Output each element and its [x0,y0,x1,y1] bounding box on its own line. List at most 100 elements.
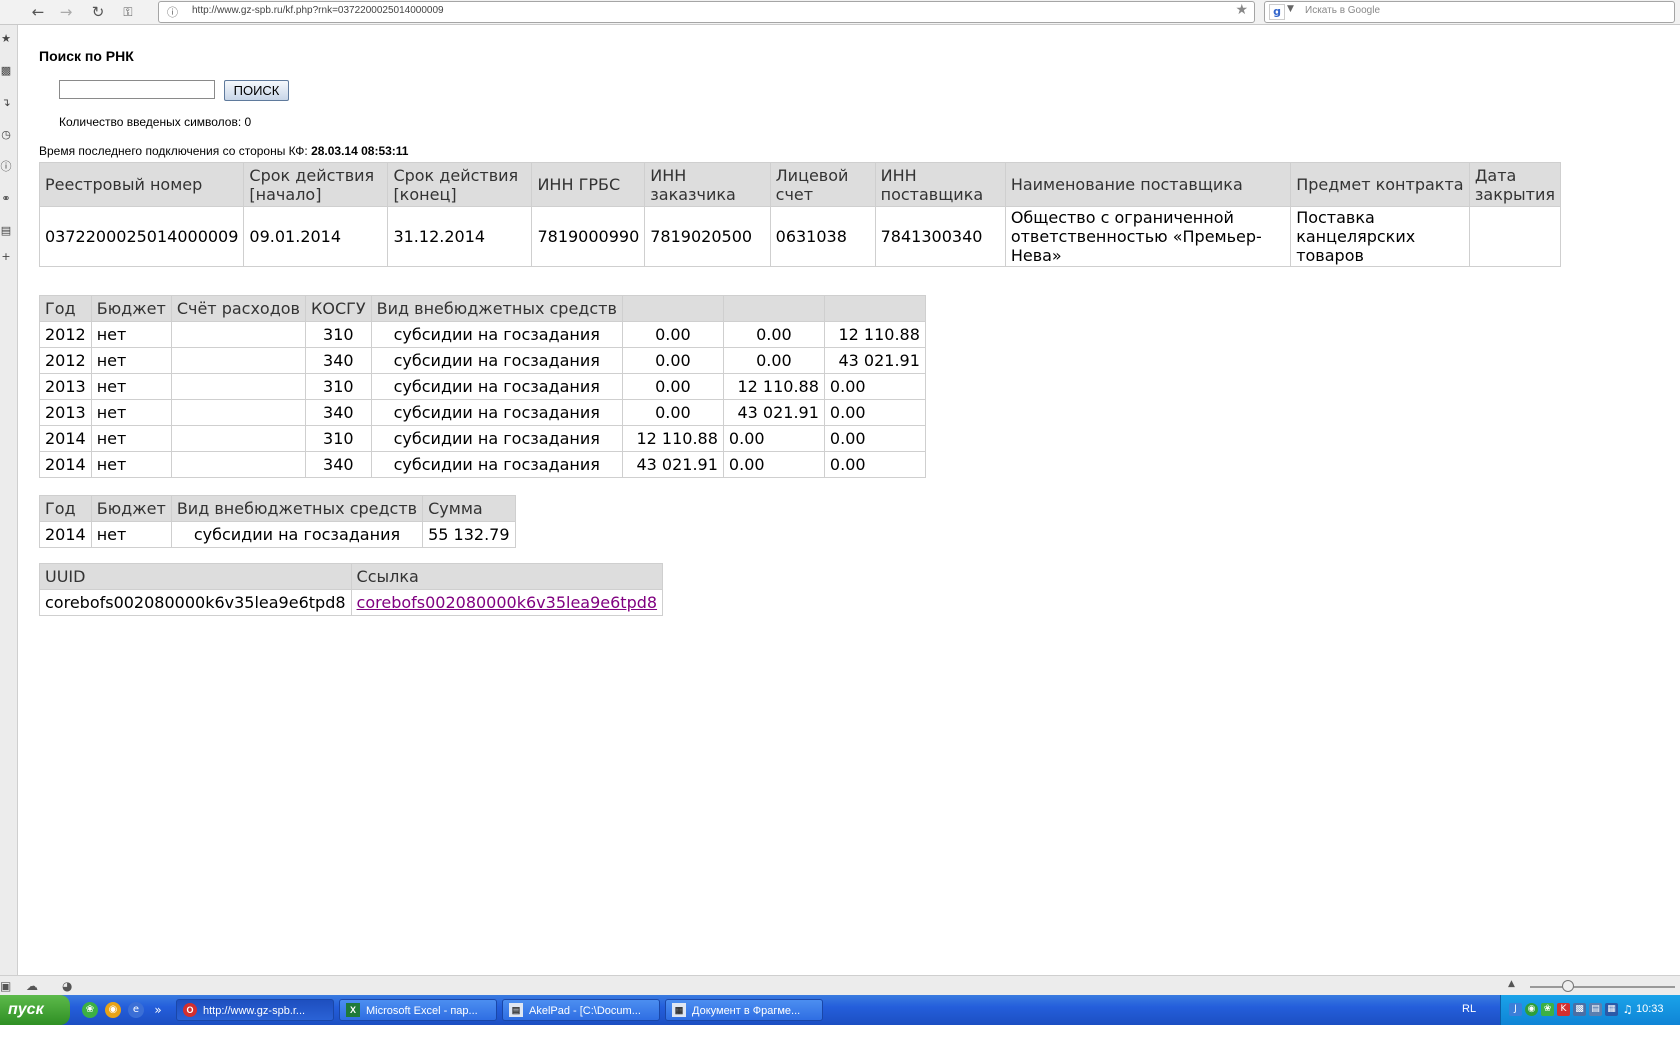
cell-budget: нет [90,521,172,548]
chrome-icon[interactable]: ◉ [105,1002,121,1018]
cloud-icon[interactable]: ☁ [26,979,38,993]
table-header-row: Год Бюджет Счёт расходов КОСГУ Вид внебю… [39,295,926,322]
cell-amount: 12 110.88 [722,373,825,400]
taskbar-item-opera[interactable]: O http://www.gz-spb.r... [176,999,334,1021]
notes-icon[interactable]: ▩ [0,65,12,77]
google-icon[interactable]: g [1269,4,1285,20]
clock: 10:33 [1636,1003,1664,1015]
ie-icon[interactable]: e [128,1002,144,1018]
last-connection-label: Время последнего подключения со стороны … [39,144,308,158]
taskbar-item-document[interactable]: ▦ Документ в Фрагме... [665,999,823,1021]
rnk-search-input[interactable] [59,80,215,99]
download-icon[interactable]: ↴ [0,97,12,109]
cell-year: 2014 [39,425,92,452]
tray-network-icon[interactable]: ▩ [1573,1003,1586,1016]
char-count-text: Количество введеных символов: 0 [59,115,252,129]
col-header-registry-number: Реестровый номер [38,162,245,207]
address-bar[interactable]: ⓘ http://www.gz-spb.ru/kf.php?rnk=037220… [158,1,1255,23]
browser-search-box[interactable]: g ▼ Искать в Google [1264,1,1675,23]
chevron-up-icon[interactable]: ▲ [1508,979,1515,989]
cell-amount: 12 110.88 [823,321,926,348]
speed-dial-icon[interactable]: ◕ [62,979,72,993]
uuid-link[interactable]: corebofs002080000k6v35lea9e6tpd8 [357,593,658,612]
cell-budget: нет [90,399,172,426]
zoom-slider-thumb[interactable] [1562,980,1574,992]
cell-end: 31.12.2014 [387,206,533,267]
back-arrow-icon[interactable]: ← [28,2,48,22]
col-header-budget: Бюджет [90,295,172,322]
col-header-year: Год [39,495,92,522]
col-header-amount-1 [621,295,724,322]
cell-uuid: corebofs002080000k6v35lea9e6tpd8 [39,589,352,616]
tray-j-icon[interactable]: J [1509,1003,1522,1016]
taskbar: пуск ❀ ◉ e » O http://www.gz-spb.r... X … [0,995,1680,1025]
cell-amount: 0.00 [621,347,724,374]
cell-year: 2013 [39,373,92,400]
language-indicator[interactable]: RL [1462,1003,1476,1015]
cell-kosgu: 310 [304,321,372,348]
search-placeholder: Искать в Google [1305,5,1381,16]
cell-funds-type: субсидии на госзадания [370,451,623,478]
cell-funds-type: субсидии на госзадания [170,521,424,548]
cell-budget: нет [90,321,172,348]
chevron-double-icon[interactable]: » [150,1002,166,1018]
zoom-slider[interactable] [1530,986,1675,988]
tray-icq-icon[interactable]: ❀ [1541,1003,1554,1016]
reload-icon[interactable]: ↻ [88,2,108,22]
page-title: Поиск по РНК [39,48,134,64]
tray-green-icon[interactable]: ◉ [1525,1003,1538,1016]
table-row: 2014 нет 340 субсидии на госзадания 43 0… [39,451,926,478]
info-icon[interactable]: ⓘ [0,161,12,173]
cell-expense-account [170,321,306,348]
tray-monitor-icon[interactable]: ▤ [1589,1003,1602,1016]
key-icon[interactable]: ⚿ [118,2,138,22]
notepad-icon: ▤ [509,1003,523,1017]
search-button[interactable]: ПОИСК [224,80,289,101]
panel-icon[interactable]: ▤ [0,225,12,237]
col-header-subject: Предмет контракта [1290,162,1470,207]
cell-registry-number: 0372200025014000009 [38,206,245,267]
cell-inn-customer: 7819020500 [644,206,771,267]
forward-arrow-icon[interactable]: → [56,2,76,22]
cell-kosgu: 340 [304,347,372,374]
col-header-close-date: Дата закрытия [1468,162,1562,207]
taskbar-item-label: Документ в Фрагме... [692,1005,801,1017]
table-row: 0372200025014000009 09.01.2014 31.12.201… [38,206,1562,267]
tray-k-icon[interactable]: K [1557,1003,1570,1016]
cell-funds-type: субсидии на госзадания [370,321,623,348]
cell-start: 09.01.2014 [243,206,389,267]
cell-expense-account [170,347,306,374]
add-icon[interactable]: + [0,251,12,263]
table-row: 2012 нет 310 субсидии на госзадания 0.00… [39,321,926,348]
cell-amount: 43 021.91 [823,347,926,374]
cell-sum: 55 132.79 [422,521,516,548]
table-row: 2013 нет 310 субсидии на госзадания 0.00… [39,373,926,400]
cell-amount: 43 021.91 [621,451,724,478]
tray-device-icon[interactable]: ▦ [1605,1003,1618,1016]
volume-icon[interactable]: ♫ [1621,1003,1634,1016]
uuid-table: UUID Ссылка corebofs002080000k6v35lea9e6… [39,563,664,616]
link-icon[interactable]: ⚭ [0,193,12,205]
cell-amount: 43 021.91 [722,399,825,426]
last-connection-value: 28.03.14 08:53:11 [311,144,409,158]
contract-table: Реестровый номер Срок действия [начало] … [38,162,1562,267]
taskbar-item-excel[interactable]: X Microsoft Excel - пар... [339,999,497,1021]
star-icon[interactable]: ★ [0,33,12,45]
taskbar-item-label: http://www.gz-spb.r... [203,1005,306,1017]
icq-icon[interactable]: ❀ [82,1002,98,1018]
col-header-inn-grbs: ИНН ГРБС [531,162,646,207]
cell-funds-type: субсидии на госзадания [370,373,623,400]
cell-funds-type: субсидии на госзадания [370,425,623,452]
bookmark-star-icon[interactable]: ★ [1235,2,1248,18]
table-header-row: UUID Ссылка [39,563,664,590]
chevron-down-icon[interactable]: ▼ [1287,4,1294,14]
panel-toggle-icon[interactable]: ▣ [0,979,11,993]
cell-kosgu: 340 [304,399,372,426]
cell-kosgu: 340 [304,451,372,478]
cell-inn-supplier: 7841300340 [874,206,1006,267]
cell-supplier-name: Общество с ограниченной ответственностью… [1004,206,1292,267]
history-icon[interactable]: ◷ [0,129,12,141]
site-info-icon[interactable]: ⓘ [167,4,178,20]
taskbar-item-akelpad[interactable]: ▤ AkelPad - [C:\Docum... [502,999,660,1021]
start-button[interactable]: пуск [0,995,70,1025]
